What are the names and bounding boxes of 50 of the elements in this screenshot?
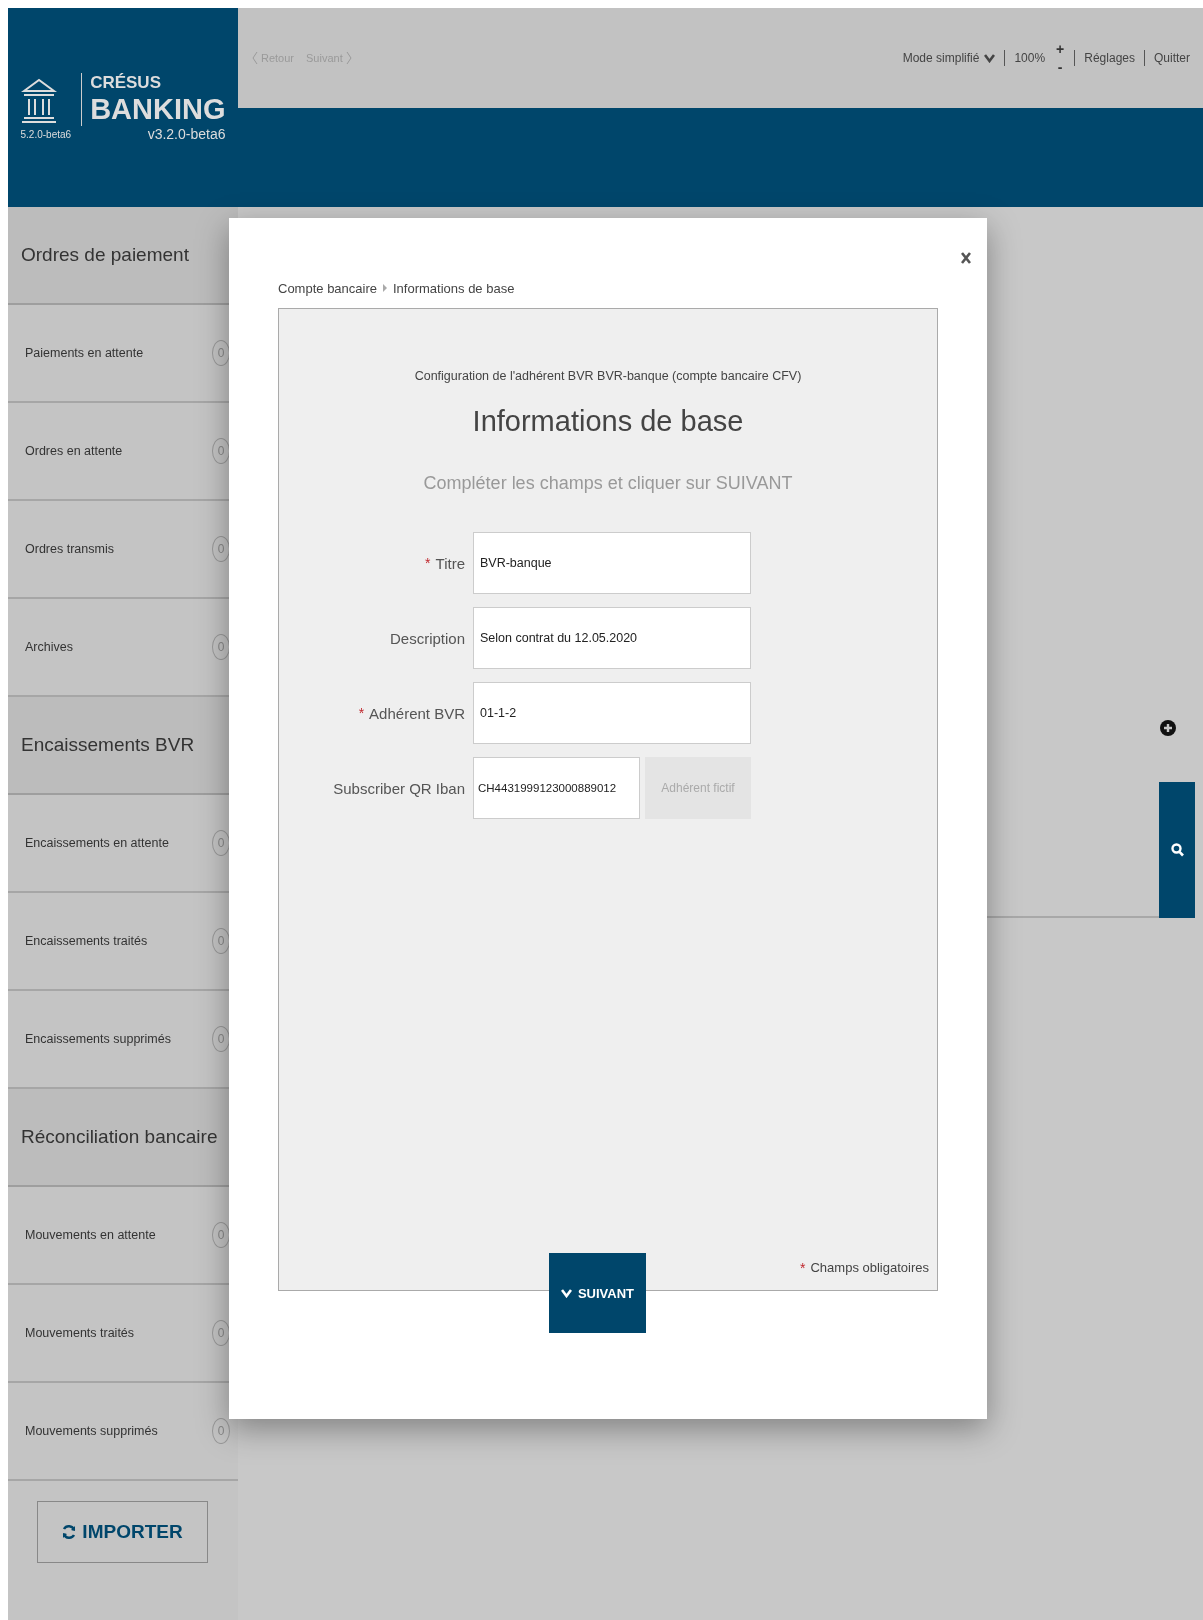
required-mark: *: [358, 705, 365, 721]
sidebar-item-label: Mouvements en attente: [25, 1228, 156, 1242]
toolbar-link[interactable]: Quitter: [1149, 51, 1195, 65]
toolbar-link[interactable]: Réglages: [1079, 51, 1140, 65]
search-icon: [1170, 843, 1184, 857]
field-label: Subscriber QR Iban: [333, 779, 465, 797]
refresh-icon: [62, 1524, 77, 1540]
sidebar-item-label: Encaissements traités: [25, 934, 148, 948]
sidebar-item-label: Paiements en attente: [25, 346, 144, 360]
chevron-down-icon: [984, 53, 996, 63]
required-note: Champs obligatoires: [810, 1260, 929, 1276]
chevron-right-icon: [345, 51, 352, 65]
sidebar-item-label: Ordres transmis: [25, 542, 114, 556]
field-label: Titre: [435, 554, 465, 572]
version-label: 5.2.0-beta6: [20, 128, 72, 140]
input-field[interactable]: Selon contrat du 12.05.2020: [473, 607, 751, 669]
chevron-down-icon: [560, 1288, 572, 1298]
instruction-text: Compléter les champs et cliquer sur SUIVANT: [423, 473, 793, 494]
breadcrumb-item[interactable]: Compte bancaire: [278, 280, 377, 296]
zoom-out-button[interactable]: -: [1057, 58, 1063, 76]
mode-dropdown[interactable]: Mode simplifié: [897, 51, 1001, 65]
next-button[interactable]: SUIVANT: [549, 1253, 646, 1333]
brand-name: CRÉSUS: [90, 73, 162, 93]
breadcrumb-item[interactable]: Informations de base: [393, 280, 515, 296]
input-field[interactable]: CH4431999123000889012: [473, 757, 640, 819]
add-circle-icon[interactable]: [1160, 720, 1176, 736]
required-mark: *: [800, 1260, 806, 1276]
field-label: Adhérent BVR: [369, 704, 465, 722]
brand-name: BANKING: [90, 93, 226, 126]
required-mark: *: [425, 555, 431, 571]
sidebar-item-label: Encaissements en attente: [25, 836, 169, 850]
context-text: Configuration de l'adhérent BVR BVR-banque (compte bancaire CFV): [414, 369, 802, 383]
close-icon: [961, 252, 971, 264]
field-label: Description: [389, 629, 465, 647]
sidebar-item-label: Encaissements supprimés: [25, 1032, 171, 1046]
zoom-in-button[interactable]: +: [1056, 40, 1065, 58]
version-label: v3.2.0-beta6: [147, 126, 226, 142]
bank-building-icon: [20, 76, 57, 123]
sidebar-item-label: Mouvements traités: [25, 1326, 135, 1340]
input-field[interactable]: BVR-banque: [473, 532, 751, 594]
chevron-left-icon: [252, 51, 258, 65]
input-field[interactable]: 01-1-2: [473, 682, 751, 744]
step-title: Informations de base: [472, 405, 744, 438]
zoom-level[interactable]: 100%: [1009, 51, 1051, 65]
sidebar-item-label: Mouvements supprimés: [25, 1424, 158, 1438]
sidebar-item-label: Ordres en attente: [25, 444, 123, 458]
breadcrumb-separator-icon: [383, 284, 387, 292]
sidebar-section-title: Ordres de paiement: [8, 207, 238, 305]
sidebar-item-label: Archives: [25, 640, 73, 654]
import-button[interactable]: IMPORTER: [37, 1501, 208, 1563]
